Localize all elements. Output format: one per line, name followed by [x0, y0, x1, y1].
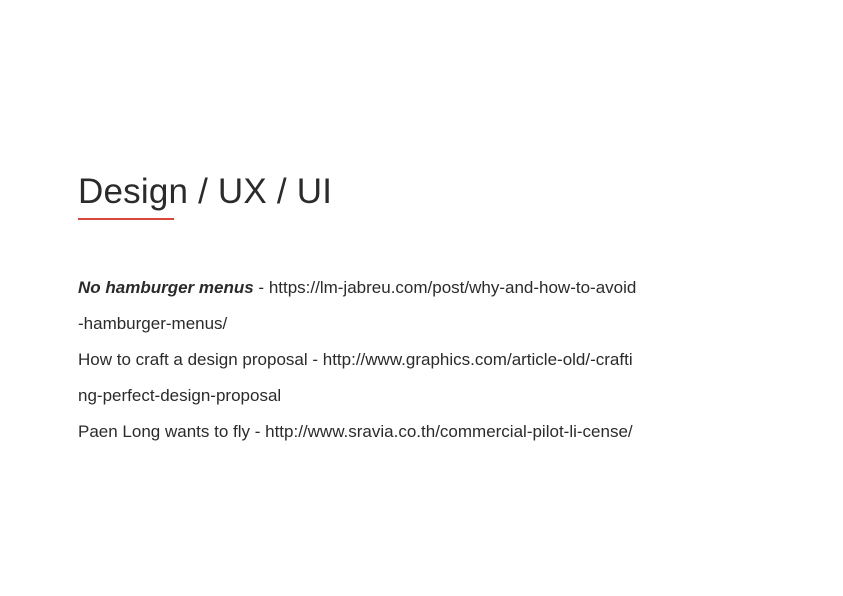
link-list: No hamburger menus - https://lm-jabreu.c… [78, 270, 638, 450]
entry-title: Paen Long wants to fly [78, 422, 251, 441]
entry-separator: - [307, 350, 323, 369]
list-item: Paen Long wants to fly - http://www.srav… [78, 414, 638, 450]
list-item: How to craft a design proposal - http://… [78, 342, 638, 414]
entry-title: How to craft a design proposal [78, 350, 308, 369]
entry-link[interactable]: http://www.sravia.co.th/commercial-pilot… [265, 422, 633, 441]
title-underline [78, 218, 174, 220]
entry-separator: - [253, 278, 269, 297]
entry-separator: - [250, 422, 266, 441]
list-item: No hamburger menus - https://lm-jabreu.c… [78, 270, 638, 342]
page-title: Design / UX / UI [78, 172, 333, 211]
entry-title: No hamburger menus [78, 278, 254, 297]
